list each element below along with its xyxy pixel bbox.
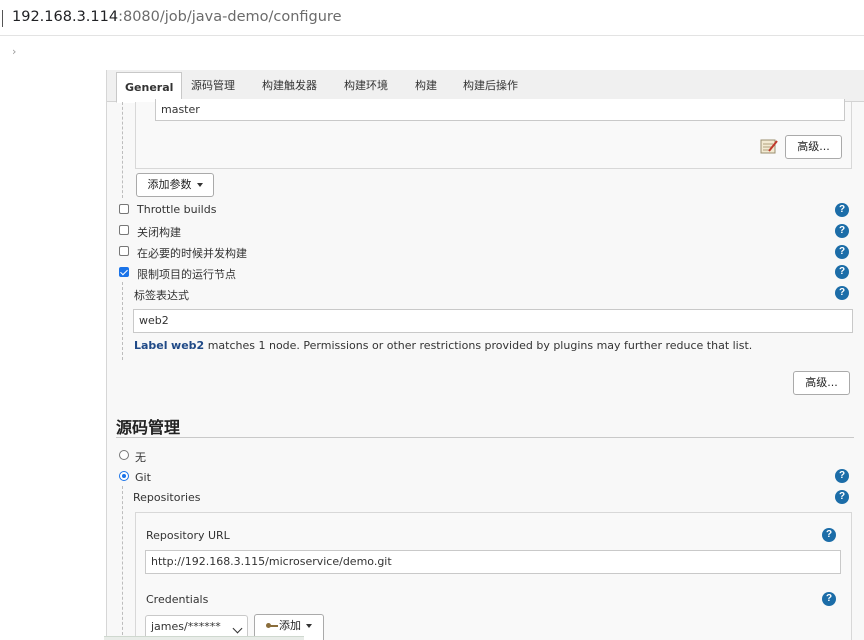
concurrent-build-label: 在必要的时候并发构建: [137, 247, 247, 260]
tab-post-build[interactable]: 构建后操作: [463, 77, 518, 93]
url-text[interactable]: 192.168.3.114:8080/job/java-demo/configu…: [12, 9, 342, 25]
repositories-label: Repositories: [133, 491, 201, 504]
notepad-icon[interactable]: [760, 138, 778, 154]
label-expression-label: 标签表达式: [134, 289, 189, 302]
chevron-down-icon: [232, 623, 243, 634]
text-cursor: [2, 10, 3, 27]
help-icon[interactable]: ?: [835, 224, 849, 238]
config-tabs: General 源码管理 构建触发器 构建环境 构建 构建后操作: [107, 70, 864, 103]
default-value-input[interactable]: master: [155, 99, 845, 121]
scm-git-label: Git: [135, 471, 151, 484]
disable-build-checkbox[interactable]: [119, 225, 129, 235]
nesting-guide: [122, 282, 123, 360]
help-icon[interactable]: ?: [822, 592, 836, 606]
address-bar[interactable]: 192.168.3.114:8080/job/java-demo/configu…: [0, 0, 864, 36]
throttle-builds-checkbox[interactable]: [119, 204, 129, 214]
url-host: 192.168.3.114: [12, 9, 119, 25]
disable-build-label: 关闭构建: [137, 226, 181, 239]
chevron-right-icon[interactable]: ›: [12, 45, 16, 58]
tab-build[interactable]: 构建: [415, 77, 437, 93]
restrict-node-checkbox[interactable]: [119, 267, 129, 277]
nesting-guide: [122, 486, 123, 640]
label-match-info: Label web2 matches 1 node. Permissions o…: [134, 339, 752, 352]
label-match-text: matches 1 node. Permissions or other res…: [204, 339, 753, 352]
bookmark-bar: ›: [0, 37, 864, 70]
general-advanced-button[interactable]: 高级...: [793, 371, 850, 395]
left-margin: [0, 70, 106, 640]
concurrent-build-checkbox[interactable]: [119, 246, 129, 256]
key-icon: [266, 623, 278, 629]
tab-scm[interactable]: 源码管理: [191, 77, 235, 93]
tab-build-triggers[interactable]: 构建触发器: [262, 77, 317, 93]
scm-section-title: 源码管理: [116, 418, 181, 437]
scm-none-label: 无: [135, 451, 146, 464]
add-parameter-label: 添加参数: [147, 178, 192, 191]
help-icon[interactable]: ?: [835, 490, 849, 504]
credentials-value: james/******: [151, 620, 221, 633]
help-icon[interactable]: ?: [835, 203, 849, 217]
add-credentials-label: 添加: [279, 619, 301, 632]
caret-down-icon: [196, 183, 203, 187]
repo-url-input[interactable]: http://192.168.3.115/microservice/demo.g…: [145, 550, 841, 574]
label-expression-input[interactable]: web2: [133, 309, 853, 333]
tab-build-environment[interactable]: 构建环境: [344, 77, 388, 93]
label-link-name[interactable]: web2: [171, 339, 204, 352]
help-icon[interactable]: ?: [822, 528, 836, 542]
help-icon[interactable]: ?: [835, 265, 849, 279]
help-icon[interactable]: ?: [835, 245, 849, 259]
section-divider: [116, 437, 854, 438]
help-icon[interactable]: ?: [835, 469, 849, 483]
scm-git-radio[interactable]: [119, 471, 129, 481]
caret-down-icon: [306, 624, 312, 628]
throttle-builds-label: Throttle builds: [137, 203, 217, 216]
credentials-label: Credentials: [146, 593, 209, 606]
status-strip: [104, 636, 304, 640]
scm-none-radio[interactable]: [119, 450, 129, 460]
repo-url-label: Repository URL: [146, 529, 230, 542]
restrict-node-label: 限制项目的运行节点: [137, 268, 236, 281]
nesting-guide: [122, 102, 123, 198]
label-link-prefix[interactable]: Label: [134, 339, 168, 352]
add-parameter-button[interactable]: 添加参数: [136, 173, 214, 197]
parameter-advanced-button[interactable]: 高级...: [785, 135, 842, 159]
help-icon[interactable]: ?: [835, 286, 849, 300]
url-path: :8080/job/java-demo/configure: [118, 9, 342, 25]
